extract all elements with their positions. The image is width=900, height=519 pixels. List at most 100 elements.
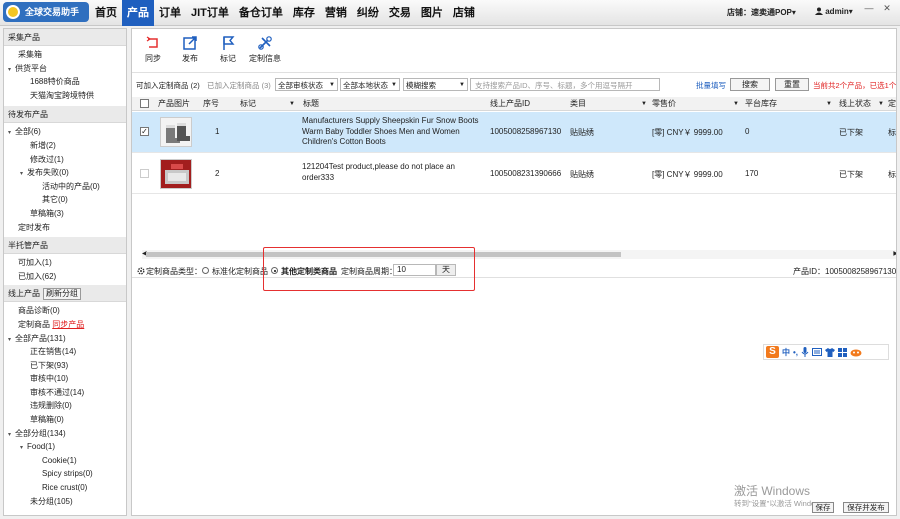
nav-disputes[interactable]: 纠纷 [352,0,384,26]
chevron-down-icon[interactable]: ▼ [878,97,884,111]
table-row[interactable]: 2 121204Test product,please do not place… [132,154,896,194]
standard-custom-radio[interactable] [202,267,209,274]
sidebar-item-food[interactable]: ▾ Food(1) [4,440,126,454]
nav-orders[interactable]: 订单 [154,0,186,26]
collapse-icon[interactable]: ▾ [8,127,15,139]
col-custom[interactable]: 定制 [888,97,896,111]
chevron-down-icon[interactable]: ▼ [826,97,832,111]
col-platform-stock[interactable]: 平台库存 [745,97,777,111]
sidebar-item-all-products[interactable]: ▾ 全部产品(131) [4,332,126,346]
collapse-icon[interactable]: ▾ [20,442,27,454]
sidebar-item-violation-deleted[interactable]: 违规删除(0) [4,399,126,413]
nav-images[interactable]: 图片 [416,0,448,26]
col-no[interactable]: 序号 [203,97,219,111]
sidebar-item-joinable[interactable]: 可加入(1) [4,256,126,270]
mark-button[interactable]: 标记 [210,35,246,64]
collapse-icon[interactable]: ▾ [8,64,15,76]
publish-button[interactable]: 发布 [172,35,208,64]
sidebar-item-modified[interactable]: 修改过(1) [4,153,126,167]
collapse-icon[interactable]: ▾ [20,168,27,180]
sidebar-item-collect-box[interactable]: 采集箱 [4,48,126,62]
sidebar-item-diagnosis[interactable]: 商品诊断(0) [4,304,126,318]
sidebar-item-on-sale[interactable]: 正在销售(14) [4,345,126,359]
save-button[interactable]: 保存 [812,502,834,513]
sidebar-item-cookie[interactable]: Cookie(1) [4,454,126,468]
col-online-status[interactable]: 线上状态 [839,97,871,111]
search-mode-select[interactable]: 模糊搜索 ▼ [403,78,468,91]
sidebar-section-collect[interactable]: 采集产品 [4,29,126,46]
sidebar-item-supply[interactable]: ▾ 供货平台 [4,62,126,76]
row-checkbox[interactable] [140,169,149,178]
sidebar-item-custom[interactable]: 定制商品 同步产品 [4,318,126,332]
sidebar-item-tmall[interactable]: 天猫淘宝跨境特供 [4,89,126,103]
nav-stock-orders[interactable]: 备仓订单 [234,0,288,26]
col-mark[interactable]: 标记 [240,97,256,111]
nav-products[interactable]: 产品 [122,0,154,26]
sidebar-item-all[interactable]: ▾ 全部(6) [4,125,126,139]
sidebar-section-pending[interactable]: 待发布产品 [4,106,126,124]
batch-fill-link[interactable]: 批量填写 [696,78,726,93]
col-retail-price[interactable]: 零售价 [652,97,676,111]
mascot-icon[interactable] [850,348,862,357]
tab-can-add[interactable]: 可加入定制商品 (2) [136,78,200,93]
review-status-select[interactable]: 全部审核状态 ▼ [275,78,338,91]
chevron-down-icon[interactable]: ▼ [733,97,739,111]
sidebar-item-failed[interactable]: ▾ 发布失败(0) [4,166,126,180]
col-online-id[interactable]: 线上产品ID [490,97,530,111]
scroll-right-icon[interactable]: ▶ [893,250,896,259]
nav-marketing[interactable]: 营销 [320,0,352,26]
minimize-button[interactable]: — [864,3,874,13]
chevron-down-icon[interactable]: ▼ [289,97,295,111]
col-category[interactable]: 类目 [570,97,586,111]
sidebar-item-rejected[interactable]: 审核不通过(14) [4,386,126,400]
sync-products-link[interactable]: 同步产品 [52,320,84,329]
keyboard-icon[interactable] [812,348,823,356]
chevron-down-icon[interactable]: ▼ [641,97,647,111]
sync-button[interactable]: 同步 [135,35,171,64]
col-title[interactable]: 标题 [303,97,319,111]
custom-info-button[interactable]: 定制信息 [248,35,282,64]
search-button[interactable]: 搜索 [730,78,770,91]
sidebar-item-spicy[interactable]: Spicy strips(0) [4,467,126,481]
standard-custom-label[interactable]: 标准化定制商品 [212,266,268,277]
user-menu[interactable]: admin▾ [815,7,853,16]
sidebar-item-reviewing[interactable]: 审核中(10) [4,372,126,386]
reset-button[interactable]: 重置 [775,78,809,91]
close-button[interactable]: ✕ [882,3,892,13]
collapse-icon[interactable]: ▾ [8,429,15,441]
sidebar-item-all-groups[interactable]: ▾ 全部分组(134) [4,427,126,441]
search-input[interactable]: 支持搜索产品ID、序号、标题，多个用逗号隔开 [470,78,660,91]
skin-shirt-icon[interactable] [825,347,836,357]
sidebar-item-new[interactable]: 新增(2) [4,139,126,153]
sidebar-item-joined[interactable]: 已加入(62) [4,270,126,284]
grid-tools-icon[interactable] [838,347,848,357]
store-selector[interactable]: 店铺：速卖通POP▾ [727,7,796,18]
sidebar-item-ungrouped[interactable]: 未分组(105) [4,495,126,509]
sidebar-section-online-label[interactable]: 线上产品 [8,289,40,298]
select-all-checkbox[interactable] [140,99,149,108]
sidebar-item-rice[interactable]: Rice crust(0) [4,481,126,495]
nav-trade[interactable]: 交易 [384,0,416,26]
refresh-group-button[interactable]: 刷新分组 [43,288,81,301]
tab-added[interactable]: 已加入定制商品 (3) [207,78,271,93]
nav-inventory[interactable]: 库存 [288,0,320,26]
collapse-icon[interactable]: ▾ [8,334,15,346]
sidebar-item-scheduled[interactable]: 定时发布 [4,221,126,235]
punctuation-icon[interactable]: •, [793,348,798,357]
horizontal-scrollbar[interactable]: ◀ ▶ [142,250,896,259]
sidebar-section-semi[interactable]: 半托管产品 [4,237,126,255]
nav-store[interactable]: 店铺 [448,0,480,26]
sidebar-item-1688[interactable]: 1688特价商品 [4,75,126,89]
sidebar-item-draft-box[interactable]: 草稿箱(0) [4,413,126,427]
sidebar-item-active-products[interactable]: 活动中的产品(0) [4,180,126,194]
microphone-icon[interactable] [801,347,809,357]
nav-jit-orders[interactable]: JIT订单 [186,0,234,26]
save-and-publish-button[interactable]: 保存并发布 [843,502,889,513]
table-row[interactable]: ✓ 1 Manufacturers Supply Sheepskin Fur S… [132,112,896,153]
ime-mode-chinese[interactable]: 中 [782,347,790,358]
row-checkbox[interactable]: ✓ [140,127,149,136]
sidebar-item-other[interactable]: 其它(0) [4,193,126,207]
sidebar-item-draft[interactable]: 草稿箱(3) [4,207,126,221]
sidebar-item-off-shelf[interactable]: 已下架(93) [4,359,126,373]
local-status-select[interactable]: 全部本地状态 ▼ [340,78,400,91]
